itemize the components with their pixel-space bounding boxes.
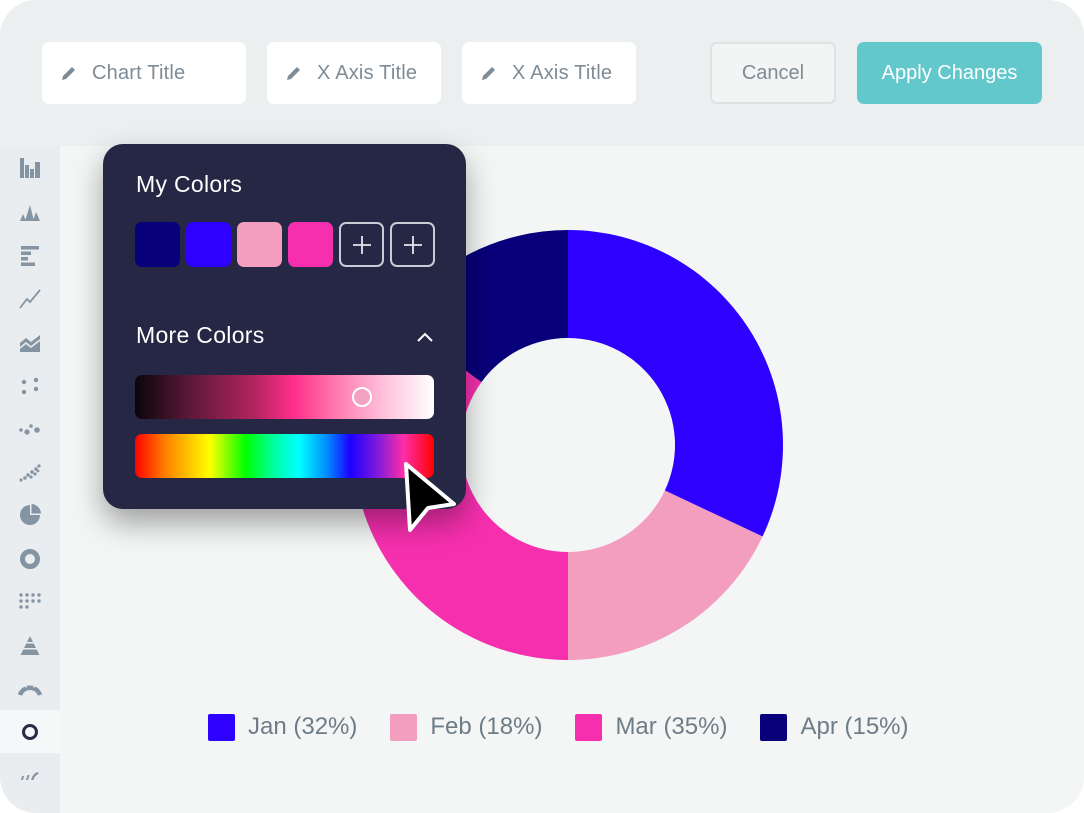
legend-label: Mar (35%) (615, 713, 728, 740)
plus-icon (352, 235, 371, 254)
chart-type-sidebar (0, 146, 60, 813)
pencil-icon (60, 64, 78, 82)
gauge-chart-icon (17, 684, 43, 696)
legend-swatch (390, 713, 418, 741)
legend-item-mar[interactable]: Mar (35%) (575, 713, 727, 741)
legend-swatch (575, 713, 603, 741)
sidebar-item-dense-scatter-chart[interactable] (0, 449, 60, 492)
sidebar-item-gauge-chart[interactable] (0, 667, 60, 710)
color-swatch-1[interactable] (135, 222, 180, 267)
add-color-button[interactable] (390, 222, 435, 267)
sidebar-item-pie-chart[interactable] (0, 493, 60, 536)
sidebar-item-dot-matrix-chart[interactable] (0, 580, 60, 623)
pencil-icon (480, 64, 498, 82)
sidebar-item-spike-chart[interactable] (0, 190, 60, 233)
my-colors-title: My Colors (136, 171, 243, 197)
x-axis-title-placeholder: X Axis Title (317, 61, 418, 84)
legend-item-apr[interactable]: Apr (15%) (760, 713, 909, 741)
cancel-button[interactable]: Cancel (710, 42, 836, 104)
apply-changes-button[interactable]: Apply Changes (857, 42, 1042, 104)
sidebar-item-area-chart[interactable] (0, 321, 60, 364)
sidebar-item-pyramid-chart[interactable] (0, 624, 60, 667)
sidebar-item-wave-chart[interactable] (0, 753, 60, 796)
color-picker-popover: My Colors More Colors (103, 144, 466, 509)
chart-editor-window: Chart Title X Axis Title X Axis Title Ca… (0, 0, 1084, 813)
sidebar-item-ring-chart[interactable] (0, 710, 60, 753)
ring-chart-icon (22, 723, 38, 740)
column-chart-icon (20, 157, 40, 178)
chart-legend: Jan (32%) Feb (18%) Mar (35%) Apr (15%) (208, 713, 942, 741)
color-swatch-4[interactable] (288, 222, 333, 267)
chart-title-placeholder: Chart Title (92, 61, 186, 84)
pie-chart-icon (20, 503, 41, 525)
chart-title-input[interactable]: Chart Title (42, 42, 246, 104)
hue-slider[interactable] (135, 434, 434, 478)
legend-item-feb[interactable]: Feb (18%) (390, 713, 542, 741)
plus-icon (403, 235, 422, 254)
horizontal-bar-chart-icon (21, 245, 39, 266)
color-swatch-3[interactable] (237, 222, 282, 267)
sidebar-item-bar-chart[interactable] (0, 234, 60, 277)
second-axis-title-placeholder: X Axis Title (512, 61, 613, 84)
legend-label: Apr (15%) (800, 713, 909, 740)
legend-swatch (760, 713, 788, 741)
wave-chart-icon (21, 771, 39, 780)
add-color-button[interactable] (339, 222, 384, 267)
more-colors-title: More Colors (136, 322, 265, 348)
chevron-up-icon[interactable] (414, 326, 436, 348)
scatter-chart-icon (21, 377, 39, 394)
shade-slider[interactable] (135, 375, 434, 419)
sidebar-item-column-chart[interactable] (0, 146, 60, 189)
dense-scatter-icon (19, 463, 41, 482)
sidebar-item-bubble-chart[interactable] (0, 407, 60, 450)
legend-item-jan[interactable]: Jan (32%) (208, 713, 357, 741)
shade-slider-handle[interactable] (352, 387, 373, 407)
spike-chart-icon (20, 204, 40, 221)
donut-chart-icon (20, 548, 40, 569)
pyramid-chart-icon (20, 635, 40, 655)
sidebar-item-donut-chart[interactable] (0, 537, 60, 580)
x-axis-title-input[interactable]: X Axis Title (267, 42, 441, 104)
my-colors-swatches (135, 222, 441, 267)
sidebar-item-line-chart[interactable] (0, 277, 60, 320)
line-chart-icon (19, 288, 41, 309)
pencil-icon (285, 64, 303, 82)
donut-slice-jan[interactable] (568, 230, 783, 537)
color-swatch-2[interactable] (186, 222, 231, 267)
sidebar-item-scatter-chart[interactable] (0, 364, 60, 407)
bubble-chart-icon (19, 423, 40, 435)
legend-label: Feb (18%) (430, 713, 543, 740)
second-axis-title-input[interactable]: X Axis Title (462, 42, 636, 104)
toolbar: Chart Title X Axis Title X Axis Title Ca… (0, 0, 1084, 146)
area-chart-icon (19, 334, 41, 352)
dot-matrix-icon (19, 592, 41, 609)
legend-swatch (208, 713, 235, 741)
legend-label: Jan (32%) (248, 713, 358, 740)
